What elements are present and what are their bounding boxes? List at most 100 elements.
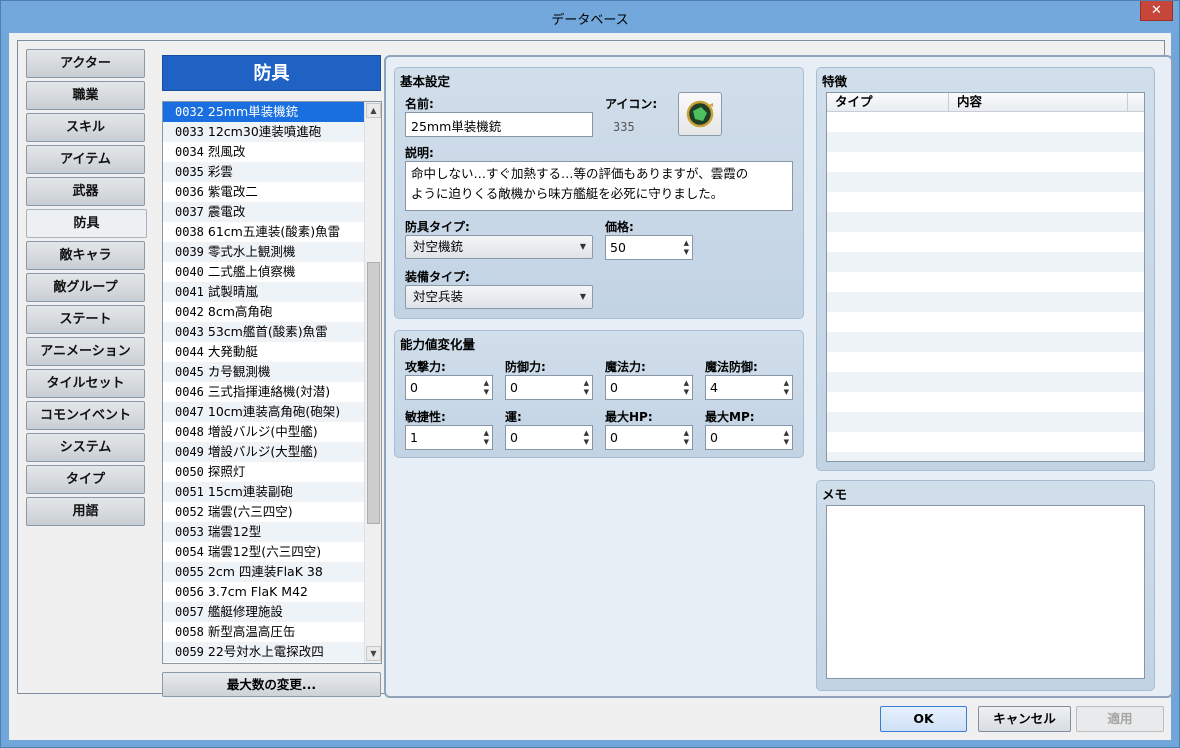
spin-up-icon[interactable]: ▲ (684, 429, 689, 437)
list-item[interactable]: 0046 三式指揮連絡機(対潜) (163, 382, 365, 402)
param-stepper[interactable]: 1 ▲ ▼ (405, 425, 493, 450)
param-stepper[interactable]: 0 ▲ ▼ (605, 375, 693, 400)
spin-down-icon[interactable]: ▼ (484, 388, 489, 396)
memo-field[interactable] (826, 505, 1145, 679)
list-item[interactable]: 0048 増設バルジ(中型艦) (163, 422, 365, 442)
list-item[interactable]: 0032 25mm単装機銃 (163, 102, 365, 122)
list-item[interactable]: 0056 3.7cm FlaK M42 (163, 582, 365, 602)
spin-down-icon[interactable]: ▼ (684, 438, 689, 446)
list-item[interactable]: 0039 零式水上観測機 (163, 242, 365, 262)
armor-type-select[interactable]: 対空機銃 ▼ (405, 235, 593, 259)
category-button[interactable]: コモンイベント (26, 401, 145, 430)
list-item[interactable]: 0037 震電改 (163, 202, 365, 222)
ok-button[interactable]: OK (880, 706, 967, 732)
param-stepper[interactable]: 0 ▲ ▼ (505, 375, 593, 400)
list-scrollbar[interactable]: ▲ ▼ (364, 102, 381, 663)
param-stepper[interactable]: 0 ▲ ▼ (505, 425, 593, 450)
spin-down-icon[interactable]: ▼ (784, 388, 789, 396)
title-bar[interactable]: データベース ✕ (1, 1, 1179, 33)
spin-up-icon[interactable]: ▲ (784, 379, 789, 387)
list-item[interactable]: 0052 瑞雲(六三四空) (163, 502, 365, 522)
spin-down-icon[interactable]: ▼ (584, 438, 589, 446)
close-button[interactable]: ✕ (1140, 1, 1173, 21)
list-item[interactable]: 0055 2cm 四連装FlaK 38 (163, 562, 365, 582)
scroll-thumb[interactable] (367, 262, 380, 524)
spin-down-icon[interactable]: ▼ (584, 388, 589, 396)
trait-row[interactable] (827, 412, 1144, 432)
apply-button[interactable]: 適用 (1076, 706, 1164, 732)
list-item[interactable]: 0033 12cm30連装噴進砲 (163, 122, 365, 142)
traits-table[interactable]: タイプ 内容 (826, 92, 1145, 462)
list-item[interactable]: 0045 カ号観測機 (163, 362, 365, 382)
list-item[interactable]: 0042 8cm高角砲 (163, 302, 365, 322)
category-button[interactable]: タイプ (26, 465, 145, 494)
trait-row[interactable] (827, 152, 1144, 172)
list-item[interactable]: 0057 艦艇修理施設 (163, 602, 365, 622)
trait-row[interactable] (827, 392, 1144, 412)
category-button[interactable]: ステート (26, 305, 145, 334)
trait-row[interactable] (827, 212, 1144, 232)
trait-row[interactable] (827, 272, 1144, 292)
trait-row[interactable] (827, 252, 1144, 272)
spin-down-icon[interactable]: ▼ (684, 388, 689, 396)
category-button[interactable]: タイルセット (26, 369, 145, 398)
traits-col-type[interactable]: タイプ (827, 93, 949, 112)
category-button[interactable]: アイテム (26, 145, 145, 174)
price-stepper[interactable]: 50 ▲ ▼ (605, 235, 693, 260)
list-item[interactable]: 0047 10cm連装高角砲(砲架) (163, 402, 365, 422)
list-item[interactable]: 0034 烈風改 (163, 142, 365, 162)
list-item[interactable]: 0050 探照灯 (163, 462, 365, 482)
name-field[interactable]: 25mm単装機銃 (405, 112, 593, 137)
trait-row[interactable] (827, 372, 1144, 392)
list-item[interactable]: 0036 紫電改二 (163, 182, 365, 202)
spin-up-icon[interactable]: ▲ (684, 379, 689, 387)
trait-row[interactable] (827, 292, 1144, 312)
category-button[interactable]: スキル (26, 113, 145, 142)
spin-down-icon[interactable]: ▼ (784, 438, 789, 446)
param-stepper[interactable]: 0 ▲ ▼ (705, 425, 793, 450)
trait-row[interactable] (827, 352, 1144, 372)
armor-list[interactable]: 0032 25mm単装機銃 0033 12cm30連装噴進砲 0034 烈風改 0035 彩雲… (162, 101, 382, 664)
scroll-down-icon[interactable]: ▼ (366, 646, 381, 661)
list-item[interactable]: 0043 53cm艦首(酸素)魚雷 (163, 322, 365, 342)
param-stepper[interactable]: 0 ▲ ▼ (605, 425, 693, 450)
trait-row[interactable] (827, 432, 1144, 452)
description-field[interactable]: 命中しない…すぐ加熱する…等の評価もありますが、雲霞の ように迫りくる敵機から味… (405, 161, 793, 211)
list-item[interactable]: 0040 二式艦上偵察機 (163, 262, 365, 282)
category-button[interactable]: 防具 (26, 209, 147, 238)
list-item[interactable]: 0053 瑞雲12型 (163, 522, 365, 542)
list-item[interactable]: 0054 瑞雲12型(六三四空) (163, 542, 365, 562)
list-item[interactable]: 0035 彩雲 (163, 162, 365, 182)
spin-up-icon[interactable]: ▲ (784, 429, 789, 437)
trait-row[interactable] (827, 132, 1144, 152)
trait-row[interactable] (827, 172, 1144, 192)
spin-up-icon[interactable]: ▲ (584, 429, 589, 437)
param-stepper[interactable]: 4 ▲ ▼ (705, 375, 793, 400)
category-button[interactable]: 敵グループ (26, 273, 145, 302)
trait-row[interactable] (827, 112, 1144, 132)
change-max-button[interactable]: 最大数の変更... (162, 672, 381, 697)
category-button[interactable]: アニメーション (26, 337, 145, 366)
list-item[interactable]: 0058 新型高温高圧缶 (163, 622, 365, 642)
category-button[interactable]: システム (26, 433, 145, 462)
category-button[interactable]: 職業 (26, 81, 145, 110)
trait-row[interactable] (827, 192, 1144, 212)
trait-row[interactable] (827, 232, 1144, 252)
spin-up-icon[interactable]: ▲ (584, 379, 589, 387)
list-item[interactable]: 0041 試製晴嵐 (163, 282, 365, 302)
list-item[interactable]: 0038 61cm五連装(酸素)魚雷 (163, 222, 365, 242)
category-button[interactable]: アクター (26, 49, 145, 78)
equip-type-select[interactable]: 対空兵装 ▼ (405, 285, 593, 309)
spin-down-icon[interactable]: ▼ (484, 438, 489, 446)
list-item[interactable]: 0049 増設バルジ(大型艦) (163, 442, 365, 462)
spin-down-icon[interactable]: ▼ (684, 248, 689, 256)
trait-row[interactable] (827, 332, 1144, 352)
traits-col-content[interactable]: 内容 (949, 93, 1128, 112)
list-item[interactable]: 0059 22号対水上電探改四 (163, 642, 365, 662)
trait-row[interactable] (827, 312, 1144, 332)
category-button[interactable]: 用語 (26, 497, 145, 526)
category-button[interactable]: 武器 (26, 177, 145, 206)
icon-picker[interactable] (678, 92, 722, 136)
spin-up-icon[interactable]: ▲ (484, 379, 489, 387)
list-item[interactable]: 0044 大発動艇 (163, 342, 365, 362)
